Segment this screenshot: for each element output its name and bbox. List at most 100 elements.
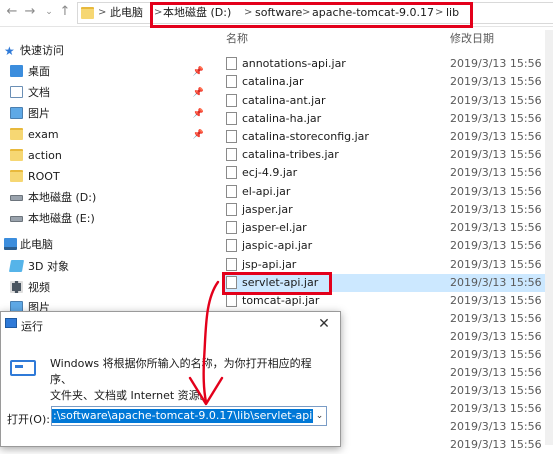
nav-item-documents[interactable]: 文档 📌 — [0, 83, 210, 103]
path-separator: > — [98, 7, 107, 18]
file-date: 2019/3/13 15:56 — [450, 112, 542, 125]
file-date: 2019/3/13 15:56 — [450, 75, 542, 88]
file-date: 2019/3/13 15:56 — [450, 294, 542, 307]
nav-item-pictures[interactable]: 图片 📌 — [0, 104, 210, 124]
run-large-icon — [8, 356, 38, 380]
computer-icon — [4, 238, 17, 250]
file-date: 2019/3/13 15:56 — [450, 185, 542, 198]
picture-icon — [10, 107, 23, 119]
file-date: 2019/3/13 15:56 — [450, 166, 542, 179]
file-name: catalina.jar — [242, 75, 304, 88]
cube-icon — [8, 260, 25, 272]
nav-item-drive-e[interactable]: 本地磁盘 (E:) — [0, 209, 210, 229]
close-icon[interactable]: ✕ — [315, 316, 333, 332]
file-date: 2019/3/13 15:56 — [450, 348, 542, 361]
file-row[interactable]: jasper.jar 2019/3/13 15:56 — [222, 201, 553, 219]
jar-file-icon — [226, 57, 237, 70]
file-name: jasper-el.jar — [242, 221, 307, 234]
file-row[interactable]: catalina-tribes.jar 2019/3/13 15:56 — [222, 146, 553, 164]
file-date: 2019/3/13 15:56 — [450, 312, 542, 325]
pin-icon: 📌 — [192, 130, 204, 140]
run-app-icon — [5, 318, 17, 328]
jar-file-icon — [226, 166, 237, 179]
up-arrow-icon[interactable]: ↑ — [57, 3, 73, 21]
nav-item-videos[interactable]: 视频 — [0, 278, 210, 298]
file-name: catalina-tribes.jar — [242, 148, 339, 161]
dialog-title: 运行 — [21, 320, 43, 333]
column-name[interactable]: 名称 — [226, 28, 248, 50]
file-date: 2019/3/13 15:56 — [450, 148, 542, 161]
file-date: 2019/3/13 15:56 — [450, 276, 542, 289]
pin-icon: 📌 — [192, 88, 204, 98]
nav-item-exam[interactable]: exam 📌 — [0, 125, 210, 145]
nav-item-desktop[interactable]: 桌面 📌 — [0, 62, 210, 82]
file-date: 2019/3/13 15:56 — [450, 366, 542, 379]
file-name: jaspic-api.jar — [242, 239, 313, 252]
message-line-2: 文件夹、文档或 Internet 资源。 — [50, 389, 211, 402]
recent-dropdown-icon[interactable]: ⌄ — [41, 3, 57, 21]
nav-item-quick-access[interactable]: ★ 快速访问 — [0, 41, 210, 61]
file-date: 2019/3/13 15:56 — [450, 384, 542, 397]
file-date: 2019/3/13 15:56 — [450, 438, 542, 451]
file-date: 2019/3/13 15:56 — [450, 402, 542, 415]
file-name: catalina-ant.jar — [242, 94, 326, 107]
drive-icon — [10, 195, 23, 201]
jar-file-icon — [226, 221, 237, 234]
file-row[interactable]: jaspic-api.jar 2019/3/13 15:56 — [222, 237, 553, 255]
drive-icon — [10, 216, 23, 222]
document-icon — [10, 86, 23, 98]
nav-item-this-pc[interactable]: 此电脑 — [0, 235, 210, 255]
file-name: el-api.jar — [242, 185, 291, 198]
open-label: 打开(O): — [7, 413, 50, 426]
file-date: 2019/3/13 15:56 — [450, 130, 542, 143]
vertical-scrollbar[interactable] — [545, 30, 553, 445]
file-row[interactable]: catalina.jar 2019/3/13 15:56 — [222, 73, 553, 91]
file-row[interactable]: el-api.jar 2019/3/13 15:56 — [222, 183, 553, 201]
open-input-value[interactable]: :\software\apache-tomcat-9.0.17\lib\serv… — [52, 409, 326, 423]
folder-icon — [10, 149, 23, 161]
column-date[interactable]: 修改日期 — [450, 28, 494, 50]
nav-item-action[interactable]: action — [0, 146, 210, 166]
jar-file-icon — [226, 294, 237, 307]
pin-icon: 📌 — [192, 109, 204, 119]
selected-file-highlight-box — [222, 272, 332, 295]
message-line-1: Windows 将根据你所输入的名称，为你打开相应的程序、 — [50, 357, 312, 386]
file-date: 2019/3/13 15:56 — [450, 330, 542, 343]
jar-file-icon — [226, 258, 237, 271]
file-row[interactable]: ecj-4.9.jar 2019/3/13 15:56 — [222, 164, 553, 182]
file-name: ecj-4.9.jar — [242, 166, 298, 179]
file-row[interactable]: catalina-ant.jar 2019/3/13 15:56 — [222, 92, 553, 110]
nav-item-drive-d[interactable]: 本地磁盘 (D:) — [0, 188, 210, 208]
path-segment-this-pc[interactable]: 此电脑 — [110, 5, 143, 21]
open-combobox[interactable]: :\software\apache-tomcat-9.0.17\lib\serv… — [51, 406, 327, 426]
file-name: catalina-storeconfig.jar — [242, 130, 369, 143]
file-row[interactable]: catalina-storeconfig.jar 2019/3/13 15:56 — [222, 128, 553, 146]
nav-item-root[interactable]: ROOT — [0, 167, 210, 187]
forward-arrow-icon[interactable]: → — [22, 3, 38, 21]
video-icon — [10, 281, 23, 293]
column-header: 名称 修改日期 — [222, 28, 553, 50]
file-date: 2019/3/13 15:56 — [450, 239, 542, 252]
star-icon: ★ — [4, 44, 15, 58]
back-arrow-icon[interactable]: ← — [4, 3, 20, 21]
file-row[interactable]: jasper-el.jar 2019/3/13 15:56 — [222, 219, 553, 237]
file-name: catalina-ha.jar — [242, 112, 322, 125]
file-name: annotations-api.jar — [242, 57, 346, 70]
desktop-icon — [10, 65, 23, 77]
file-date: 2019/3/13 15:56 — [450, 420, 542, 433]
jar-file-icon — [226, 203, 237, 216]
nav-item-3d-objects[interactable]: 3D 对象 — [0, 257, 210, 277]
chevron-down-icon[interactable]: ⌄ — [313, 407, 326, 425]
run-dialog: 运行 ✕ Windows 将根据你所输入的名称，为你打开相应的程序、 文件夹、文… — [0, 311, 341, 447]
file-name: jasper.jar — [242, 203, 293, 216]
jar-file-icon — [226, 75, 237, 88]
file-date: 2019/3/13 15:56 — [450, 57, 542, 70]
jar-file-icon — [226, 148, 237, 161]
file-row[interactable]: catalina-ha.jar 2019/3/13 15:56 — [222, 110, 553, 128]
file-date: 2019/3/13 15:56 — [450, 203, 542, 216]
file-date: 2019/3/13 15:56 — [450, 94, 542, 107]
jar-file-icon — [226, 185, 237, 198]
folder-icon — [10, 128, 23, 140]
pin-icon: 📌 — [192, 67, 204, 77]
file-row[interactable]: annotations-api.jar 2019/3/13 15:56 — [222, 55, 553, 73]
